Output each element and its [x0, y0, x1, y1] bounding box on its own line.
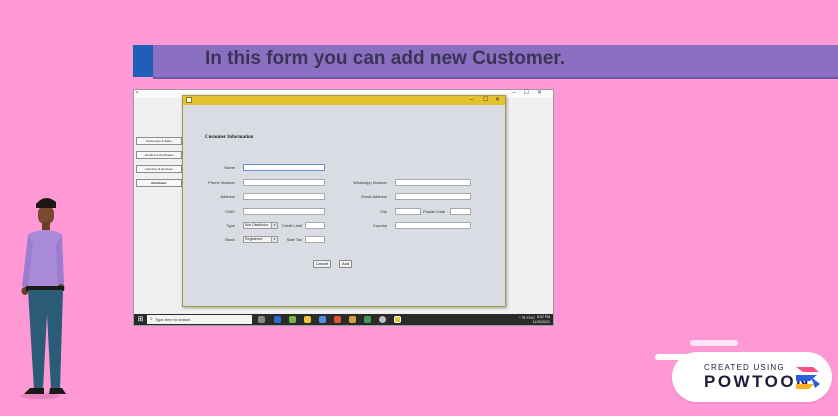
- whatsapp-label: WhatsApp Number: [353, 180, 387, 185]
- clock[interactable]: 8:52 PM 11/09/2021: [533, 315, 550, 324]
- email-label: Email Address: [361, 194, 387, 199]
- search-placeholder: Type here to search: [155, 317, 191, 322]
- store-icon[interactable]: [319, 316, 326, 323]
- watermark-caption: CREATED USING: [704, 363, 785, 372]
- minimize-button[interactable]: –: [470, 96, 473, 105]
- banner-accent: [133, 45, 153, 77]
- country-input[interactable]: [395, 222, 471, 229]
- app-icon[interactable]: [289, 316, 296, 323]
- powtoon-logo-icon: [796, 367, 820, 389]
- type-select[interactable]: Sub Distributor ▾: [243, 222, 278, 229]
- sidebar-item-vendors-purchases[interactable]: Vendors & Purchases: [136, 151, 182, 159]
- cancel-button[interactable]: Cancel: [313, 260, 331, 268]
- sidebar-item-customers-sales[interactable]: Customers & Sales: [136, 137, 182, 145]
- main-window-controls[interactable]: –☐✕: [512, 89, 550, 96]
- block-select[interactable]: Registered ▾: [243, 236, 278, 243]
- sale-tax-label: Sale Tax: [286, 237, 302, 242]
- clock-date: 11/09/2021: [532, 319, 550, 324]
- address-label: Address: [220, 194, 235, 199]
- presenter-character: [20, 197, 66, 399]
- postal-code-label: Postal Code: [423, 209, 445, 214]
- sale-tax-input[interactable]: [305, 236, 325, 243]
- chevron-down-icon: ▾: [271, 223, 277, 228]
- app-icon: ▪: [136, 90, 139, 96]
- credit-limit-label: Credit Limit: [281, 223, 302, 228]
- city-input[interactable]: [395, 208, 421, 215]
- app-icon[interactable]: [379, 316, 386, 323]
- folder-icon[interactable]: [304, 316, 311, 323]
- cnic-input[interactable]: [243, 208, 325, 215]
- name-input[interactable]: [243, 164, 325, 171]
- watermark-decoration: [690, 340, 738, 346]
- block-select-value: Registered: [245, 237, 262, 241]
- cnic-label: CNIC: [225, 209, 235, 214]
- task-view-icon[interactable]: [258, 316, 265, 323]
- whatsapp-input[interactable]: [395, 179, 471, 186]
- window-icon: [186, 97, 192, 103]
- app-icon[interactable]: [349, 316, 356, 323]
- phone-input[interactable]: [243, 179, 325, 186]
- country-label: Country: [372, 223, 387, 228]
- sidebar-item-inventory-services[interactable]: Inventory & Services: [136, 165, 182, 173]
- phone-label: Phone Number: [208, 180, 235, 185]
- name-label: Name: [224, 165, 235, 170]
- taskbar: ⊞ ⌕ Type here to search ^ ⇅ ENG 8:52 PM …: [134, 314, 553, 325]
- credit-limit-input[interactable]: [305, 222, 325, 229]
- edge-icon[interactable]: [274, 316, 281, 323]
- sidebar-item-distributor[interactable]: Distributor: [136, 179, 182, 187]
- customer-dialog: – ☐ ✕ Customer Information Name Phone Nu…: [182, 95, 506, 307]
- block-label: Block: [225, 237, 235, 242]
- taskbar-search[interactable]: ⌕ Type here to search: [147, 315, 252, 324]
- dialog-titlebar: – ☐ ✕: [183, 96, 505, 105]
- type-label: Type: [226, 223, 235, 228]
- maximize-button[interactable]: ☐: [483, 96, 488, 105]
- chrome-icon[interactable]: [334, 316, 341, 323]
- java-app-icon[interactable]: [394, 316, 401, 323]
- watermark-decoration: [655, 354, 695, 360]
- add-button[interactable]: Add: [339, 260, 352, 268]
- windows-start-icon[interactable]: ⊞: [136, 315, 145, 324]
- email-input[interactable]: [395, 193, 471, 200]
- app-screenshot: ▪ –☐✕ Customers & Sales Vendors & Purcha…: [133, 89, 554, 326]
- chevron-down-icon: ▾: [271, 237, 277, 242]
- form-heading: Customer Information: [205, 135, 254, 140]
- banner-title: In this form you can add new Customer.: [205, 48, 565, 69]
- city-label: City: [380, 209, 387, 214]
- powtoon-watermark[interactable]: CREATED USING POWTOON: [672, 352, 832, 402]
- address-input[interactable]: [243, 193, 325, 200]
- close-button[interactable]: ✕: [495, 96, 500, 105]
- postal-code-input[interactable]: [450, 208, 471, 215]
- search-icon: ⌕: [150, 316, 153, 322]
- type-select-value: Sub Distributor: [245, 223, 269, 227]
- app-icon[interactable]: [364, 316, 371, 323]
